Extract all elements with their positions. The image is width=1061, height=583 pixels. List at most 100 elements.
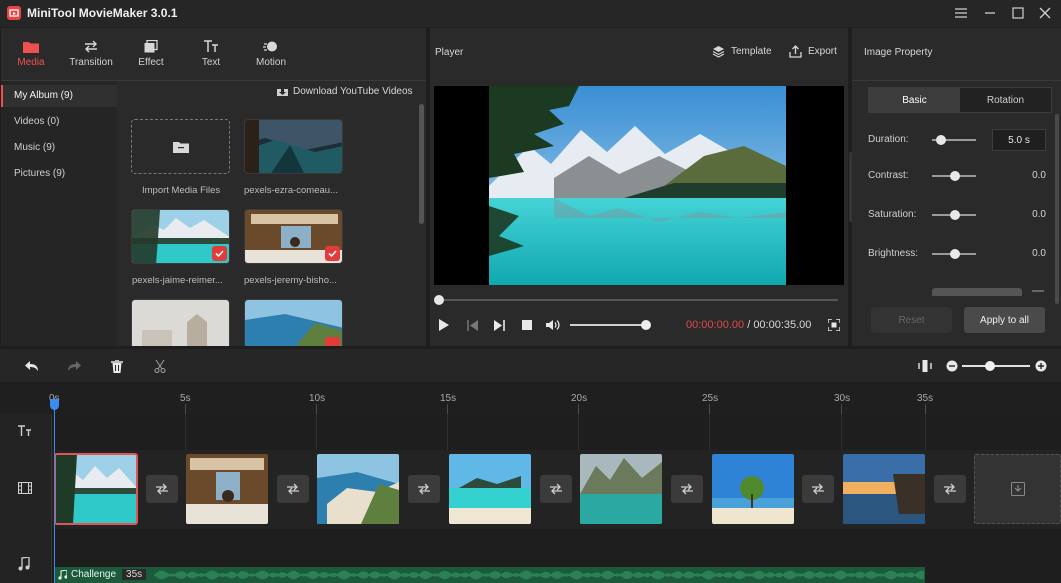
fullscreen-button[interactable] [826,317,842,333]
timeline-clip[interactable] [843,454,925,524]
stop-button[interactable] [519,317,535,333]
timeline-clip[interactable] [712,454,794,524]
video-preview[interactable] [434,86,844,285]
sidebar-item-my-album[interactable]: My Album (9) [1,85,117,107]
tab-text-label: Text [202,57,220,68]
grid-line [185,414,186,450]
playhead-handle[interactable] [50,399,59,410]
media-thumb-building[interactable] [131,299,230,346]
download-youtube-link[interactable]: Download YouTube Videos [277,86,413,97]
transition-slot[interactable] [540,475,572,503]
media-thumb-jeremy[interactable] [244,209,343,264]
ruler-tick [447,404,448,414]
media-thumb-beach[interactable] [244,299,343,346]
timeline-clip[interactable] [580,454,662,524]
zoom-slider[interactable] [962,365,1030,367]
tab-rotation[interactable]: Rotation [960,88,1051,112]
transition-slot[interactable] [277,475,309,503]
next-frame-button[interactable] [491,317,507,333]
delete-button[interactable] [108,357,126,375]
app-logo-icon [7,6,21,20]
play-icon [439,319,449,331]
property-scrollbar[interactable] [1055,114,1059,304]
zoom-handle[interactable] [985,361,995,371]
sidebar-item-music[interactable]: Music (9) [1,137,117,159]
video-track-icon [18,482,32,494]
split-button[interactable] [151,357,169,375]
tab-transition[interactable]: Transition [61,28,121,80]
contrast-handle[interactable] [950,171,960,181]
image-property-panel: Image Property Basic Rotation Duration: … [852,28,1061,346]
minimize-button[interactable] [980,4,1000,22]
transition-slot[interactable] [934,475,966,503]
media-thumb-ezra[interactable] [244,119,343,174]
sidebar-item-pictures[interactable]: Pictures (9) [1,163,117,185]
volume-button[interactable] [545,317,561,333]
music-clip[interactable] [55,567,925,583]
tab-media[interactable]: Media [1,28,61,80]
saturation-handle[interactable] [950,210,960,220]
brightness-handle[interactable] [950,249,960,259]
music-name: Challenge [71,569,116,580]
export-button[interactable]: Export [789,45,837,58]
ruler-tick [841,404,842,414]
progress-track[interactable] [438,299,838,301]
media-thumb-jaime[interactable] [131,209,230,264]
fit-timeline-button[interactable] [916,357,934,375]
zoom-in-button[interactable] [1032,357,1050,375]
duration-field[interactable]: 5.0 s [992,129,1046,151]
player-title: Player [435,47,463,58]
tab-transition-label: Transition [69,57,113,68]
tab-basic[interactable]: Basic [869,88,960,112]
time-separator: / [747,319,750,331]
redo-button[interactable] [65,357,83,375]
scissors-icon [154,360,166,373]
transition-slot[interactable] [408,475,440,503]
timeline-clip[interactable] [186,454,268,524]
progress-handle[interactable] [434,295,444,305]
tab-text[interactable]: Text [181,28,241,80]
ruler-label: 35s [917,393,933,404]
previous-icon [467,320,478,331]
fit-icon [918,360,932,372]
timeline-ruler[interactable]: 0s 5s 10s 15s 20s 25s 30s 35s [0,382,1061,414]
reset-button[interactable]: Reset [871,307,952,333]
maximize-button[interactable] [1008,4,1028,22]
volume-slider[interactable] [570,324,646,326]
transition-slot[interactable] [802,475,834,503]
volume-icon [546,319,561,331]
text-track[interactable] [52,414,1061,450]
motion-icon [263,40,279,53]
transition-slot[interactable] [146,475,178,503]
zoom-out-button[interactable] [943,357,961,375]
hamburger-menu-icon[interactable] [951,4,971,22]
apply-to-all-button[interactable]: Apply to all [964,307,1045,333]
timeline-clip[interactable] [55,454,137,524]
grid-line [447,414,448,450]
tab-motion[interactable]: Motion [241,28,301,80]
grid-line [925,414,926,450]
template-button[interactable]: Template [712,45,772,58]
trash-icon[interactable] [1032,290,1044,294]
playhead-line[interactable] [54,398,55,583]
undo-button[interactable] [22,357,40,375]
sidebar-item-videos[interactable]: Videos (0) [1,111,117,133]
import-media-button[interactable] [131,119,230,174]
add-clip-slot[interactable] [974,454,1061,524]
grid-line [841,414,842,450]
volume-handle[interactable] [641,320,651,330]
close-button[interactable] [1035,4,1055,22]
previous-frame-button[interactable] [464,317,480,333]
media-scrollbar[interactable] [419,104,424,224]
ruler-label: 30s [834,393,850,404]
play-button[interactable] [436,317,452,333]
timeline-clip[interactable] [317,454,399,524]
tab-effect[interactable]: Effect [121,28,181,80]
fullscreen-icon [828,319,840,331]
lut-dropdown[interactable] [932,288,1022,296]
duration-handle[interactable] [936,135,946,145]
contrast-value: 0.0 [992,170,1046,181]
transition-slot[interactable] [671,475,703,503]
zoom-out-icon [946,360,958,372]
timeline-clip[interactable] [449,454,531,524]
